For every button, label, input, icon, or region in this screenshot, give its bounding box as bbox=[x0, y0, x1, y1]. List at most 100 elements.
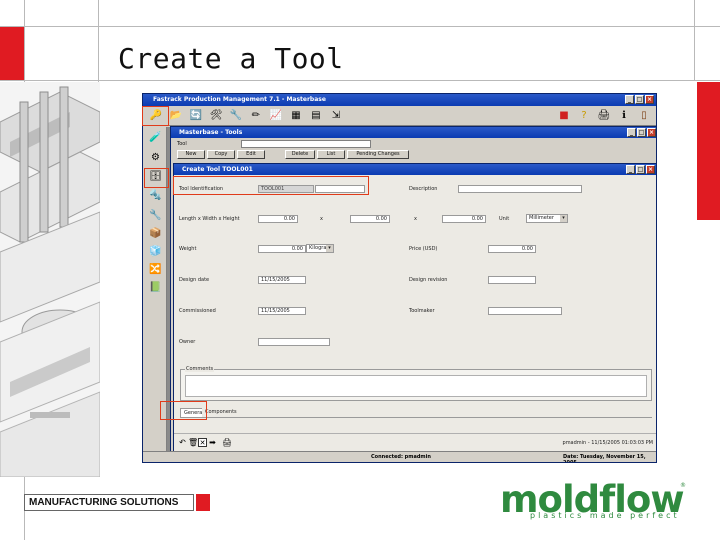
description-field[interactable] bbox=[458, 185, 582, 193]
toolmaker-field[interactable] bbox=[488, 307, 562, 315]
grid-line bbox=[694, 0, 695, 80]
molds-icon[interactable]: 🔩 bbox=[148, 189, 163, 203]
price-field[interactable]: 0.00 bbox=[488, 245, 536, 253]
height-field[interactable]: 0.00 bbox=[442, 215, 486, 223]
routing-icon[interactable]: 🔀 bbox=[148, 263, 163, 277]
refresh-icon[interactable]: 🔄 bbox=[189, 109, 203, 123]
design-date-label: Design date bbox=[179, 277, 210, 283]
chevron-down-icon[interactable]: ▾ bbox=[560, 215, 567, 222]
chevron-down-icon[interactable]: ▾ bbox=[326, 245, 333, 252]
chart-icon[interactable]: 📈 bbox=[269, 109, 283, 123]
info-icon[interactable]: ℹ bbox=[617, 109, 631, 123]
tool-id-extra-field[interactable] bbox=[315, 185, 365, 193]
tools-icon[interactable]: 🛠 bbox=[209, 109, 223, 123]
footer-red-accent bbox=[196, 494, 210, 511]
unit-select-value: Millimeter bbox=[529, 215, 554, 221]
workspace: 🧪 ⚙ 🗄 🔩 🔧 📦 🧊 🔀 📗 Masterbase - Tools _ □… bbox=[143, 126, 656, 453]
connected-status: Connected: pmadmin bbox=[371, 454, 431, 460]
materials-icon[interactable]: 🧪 bbox=[148, 131, 163, 145]
design-revision-field[interactable] bbox=[488, 276, 536, 284]
tab-components[interactable]: Components bbox=[202, 408, 240, 417]
masterbase-minimize-button[interactable]: _ bbox=[627, 128, 636, 137]
module-sidebar: 🧪 ⚙ 🗄 🔩 🔧 📦 🧊 🔀 📗 bbox=[143, 127, 167, 453]
unit-select[interactable]: Millimeter ▾ bbox=[526, 214, 568, 223]
masterbase-window: Masterbase - Tools _ □ × Tool New Copy E… bbox=[170, 126, 656, 453]
tool-search-input[interactable] bbox=[241, 140, 371, 148]
cube-icon[interactable]: 🧊 bbox=[148, 245, 163, 259]
login-icon[interactable]: 🔑 bbox=[149, 109, 163, 123]
dialog-maximize-button[interactable]: □ bbox=[636, 165, 645, 174]
parts-icon[interactable]: 🔧 bbox=[148, 209, 163, 223]
tools-icon[interactable]: 🗄 bbox=[148, 170, 163, 184]
weight-unit-select[interactable]: Kilogram ▾ bbox=[306, 244, 334, 253]
main-toolbar: 🔑 📂 🔄 🛠 🔧 ✏ 📈 ▦ ▤ ⇲ ■ ? 🖨 ℹ ▯ bbox=[143, 106, 656, 126]
tool-id-field[interactable]: TOOL001 bbox=[258, 185, 314, 193]
print-icon[interactable]: 🖨 bbox=[222, 438, 232, 447]
masterbase-maximize-button[interactable]: □ bbox=[637, 128, 646, 137]
owner-label: Owner bbox=[179, 339, 196, 345]
app-title: Fastrack Production Management 7.1 - Mas… bbox=[153, 96, 326, 103]
export-icon[interactable]: ⇲ bbox=[329, 109, 343, 123]
tool-label: Tool bbox=[177, 141, 187, 147]
x-symbol: x bbox=[414, 216, 417, 222]
copy-button[interactable]: Copy bbox=[207, 150, 235, 159]
footer-label: MANUFACTURING SOLUTIONS bbox=[24, 494, 194, 511]
comments-label: Comments bbox=[185, 366, 215, 372]
close-button[interactable]: × bbox=[645, 95, 654, 104]
reports-icon[interactable]: 📗 bbox=[148, 281, 163, 295]
cancel-icon[interactable]: ✕ bbox=[198, 438, 207, 447]
minimize-button[interactable]: _ bbox=[625, 95, 634, 104]
new-button[interactable]: New bbox=[177, 150, 205, 159]
app-titlebar: Fastrack Production Management 7.1 - Mas… bbox=[143, 94, 656, 106]
design-date-field[interactable]: 11/15/2005 bbox=[258, 276, 306, 284]
toolmaker-label: Toolmaker bbox=[409, 308, 435, 314]
width-field[interactable]: 0.00 bbox=[350, 215, 390, 223]
exit-icon[interactable]: ▯ bbox=[637, 109, 651, 123]
undo-icon[interactable]: ↶ bbox=[178, 438, 187, 447]
calculator-icon[interactable]: ▤ bbox=[309, 109, 323, 123]
masterbase-title: Masterbase - Tools bbox=[179, 129, 243, 136]
comments-textarea[interactable] bbox=[185, 375, 647, 397]
masterbase-close-button[interactable]: × bbox=[647, 128, 656, 137]
grid-line bbox=[0, 26, 720, 27]
app-statusbar: Connected: pmadmin Date: Tuesday, Novemb… bbox=[143, 451, 656, 462]
pencil-icon[interactable]: ✏ bbox=[249, 109, 263, 123]
grid-icon[interactable]: ▦ bbox=[289, 109, 303, 123]
edit-button[interactable]: Edit bbox=[237, 150, 265, 159]
inventory-icon[interactable]: 📦 bbox=[148, 227, 163, 241]
open-icon[interactable]: 📂 bbox=[169, 109, 183, 123]
length-field[interactable]: 0.00 bbox=[258, 215, 298, 223]
accent-red-block bbox=[697, 82, 720, 220]
toolbox-icon[interactable]: ■ bbox=[557, 109, 571, 123]
registered-mark: ® bbox=[680, 482, 686, 489]
machines-icon[interactable]: ⚙ bbox=[148, 151, 163, 165]
print-icon[interactable]: 🖨 bbox=[597, 109, 611, 123]
tool-id-label: Tool Identification bbox=[179, 186, 224, 192]
app-window: Fastrack Production Management 7.1 - Mas… bbox=[142, 93, 657, 463]
delete-icon[interactable]: 🗑 bbox=[188, 438, 198, 447]
wrench-icon[interactable]: 🔧 bbox=[229, 109, 243, 123]
maximize-button[interactable]: □ bbox=[635, 95, 644, 104]
slide-title: Create a Tool bbox=[118, 42, 344, 75]
delete-button[interactable]: Delete bbox=[285, 150, 315, 159]
dialog-status-text: pmadmin - 11/15/2005 01:03:03 PM bbox=[562, 440, 653, 446]
dialog-minimize-button[interactable]: _ bbox=[626, 165, 635, 174]
weight-field[interactable]: 0.00 bbox=[258, 245, 306, 253]
owner-field[interactable] bbox=[258, 338, 330, 346]
window-controls: _ □ × bbox=[625, 95, 654, 104]
comments-group: Comments bbox=[180, 366, 652, 401]
dialog-close-button[interactable]: × bbox=[646, 165, 655, 174]
list-button[interactable]: List bbox=[317, 150, 345, 159]
forward-icon[interactable]: ➡ bbox=[208, 438, 217, 447]
commissioned-field[interactable]: 11/15/2005 bbox=[258, 307, 306, 315]
accent-red-block bbox=[0, 27, 24, 80]
moldflow-logo: moldflow plastics made perfect bbox=[500, 478, 692, 526]
weight-label: Weight bbox=[179, 246, 197, 252]
x-symbol: x bbox=[320, 216, 323, 222]
machine-illustration bbox=[0, 82, 100, 477]
slide: Create a Tool Fastrack Production Manage… bbox=[0, 0, 720, 540]
help-icon[interactable]: ? bbox=[577, 109, 591, 123]
pending-changes-button[interactable]: Pending Changes bbox=[347, 150, 409, 159]
unit-label: Unit bbox=[499, 216, 510, 222]
create-tool-dialog: Create Tool TOOL001 _ □ × Tool Identific… bbox=[173, 163, 656, 452]
